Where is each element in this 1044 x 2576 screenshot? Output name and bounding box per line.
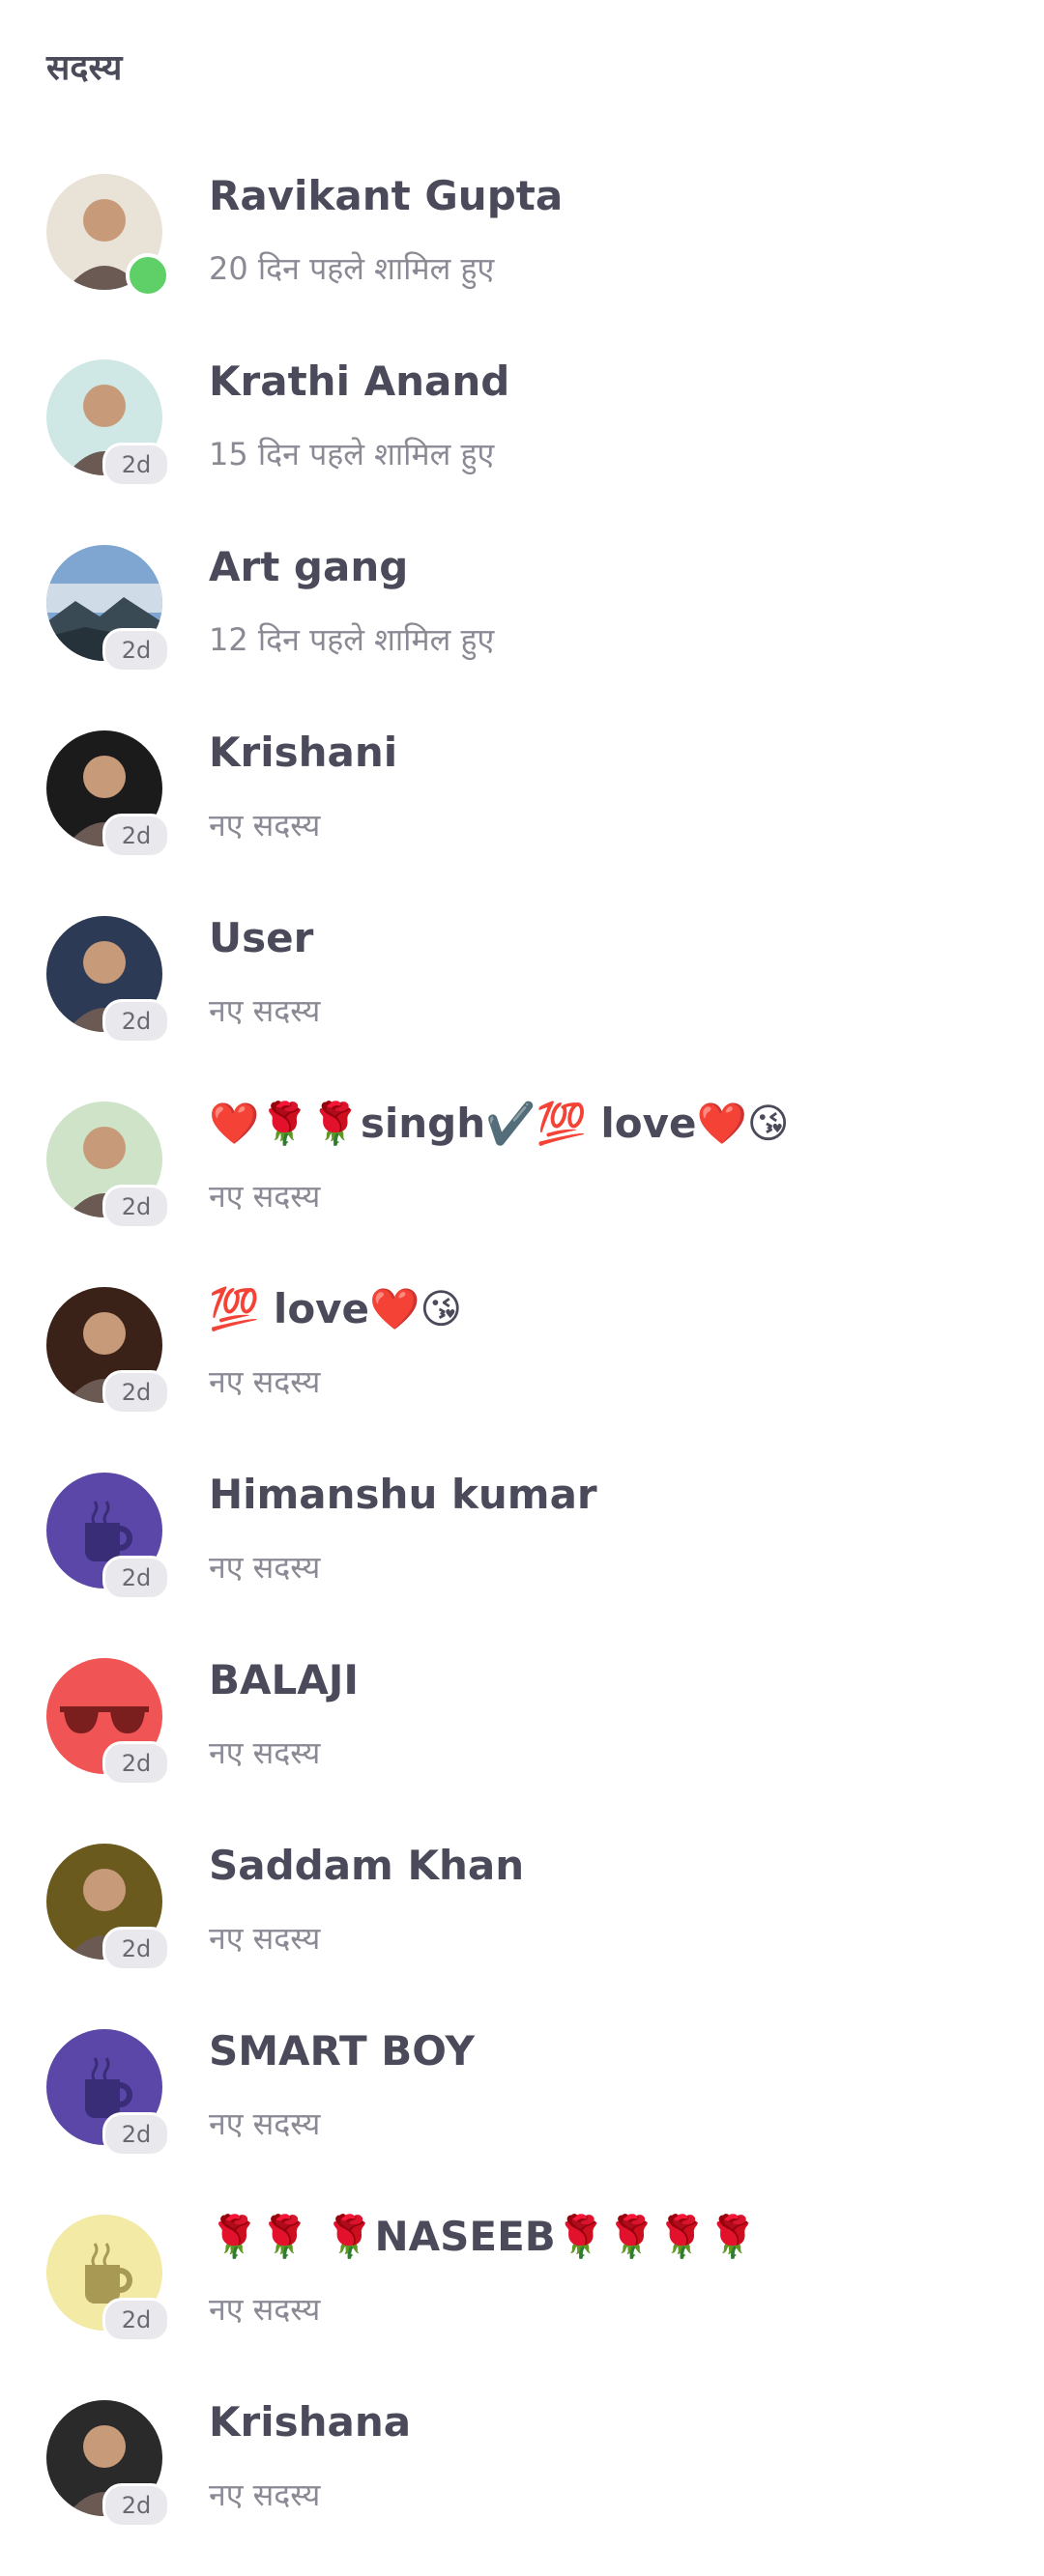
member-joined-text: नए सदस्य <box>209 2476 321 2513</box>
joined-age-badge: 2d <box>102 1741 170 1786</box>
member-row[interactable]: Ravikant Gupta 20 दिन पहले शामिल हुए <box>0 164 1044 350</box>
joined-age-badge: 2d <box>102 2112 170 2157</box>
member-row[interactable]: 2d Krishani नए सदस्य <box>0 721 1044 906</box>
joined-age-badge: 2d <box>102 1556 170 1600</box>
joined-age-badge: 2d <box>102 814 170 858</box>
member-joined-text: नए सदस्य <box>209 2291 321 2328</box>
member-joined-text: नए सदस्य <box>209 1178 321 1215</box>
member-name[interactable]: ❤️🌹🌹singh✔️💯 love❤️😘 <box>209 1100 790 1148</box>
member-name[interactable]: 💯 love❤️😘 <box>209 1285 462 1333</box>
member-name[interactable]: Art gang <box>209 543 408 590</box>
member-row[interactable]: 2d ❤️🌹🌹singh✔️💯 love❤️😘 नए सदस्य <box>0 1092 1044 1277</box>
joined-age-badge: 2d <box>102 2483 170 2528</box>
member-name[interactable]: Saddam Khan <box>209 1842 524 1889</box>
member-name[interactable]: User <box>209 914 313 961</box>
joined-age-badge: 2d <box>102 443 170 487</box>
member-joined-text: नए सदस्य <box>209 2105 321 2142</box>
online-status-dot <box>126 253 170 298</box>
member-name[interactable]: 🌹🌹 🌹NASEEB🌹🌹🌹🌹 <box>209 2213 758 2261</box>
member-name[interactable]: Krishani <box>209 729 397 776</box>
member-name[interactable]: Krathi Anand <box>209 358 509 405</box>
member-name[interactable]: SMART BOY <box>209 2027 475 2075</box>
member-joined-text: नए सदस्य <box>209 1363 321 1400</box>
member-name[interactable]: Krishana <box>209 2398 411 2446</box>
member-row[interactable]: 2d BALAJI नए सदस्य <box>0 1648 1044 1834</box>
member-name[interactable]: Himanshu kumar <box>209 1471 597 1518</box>
member-joined-text: नए सदस्य <box>209 1549 321 1586</box>
member-joined-text: 15 दिन पहले शामिल हुए <box>209 436 495 472</box>
member-name[interactable]: BALAJI <box>209 1656 359 1703</box>
member-row[interactable]: 2d Saddam Khan नए सदस्य <box>0 1834 1044 2019</box>
member-row[interactable]: 2d 🌹🌹 🌹NASEEB🌹🌹🌹🌹 नए सदस्य <box>0 2205 1044 2390</box>
member-row[interactable]: 2d SMART BOY नए सदस्य <box>0 2019 1044 2205</box>
member-joined-text: नए सदस्य <box>209 1734 321 1771</box>
member-list: Ravikant Gupta 20 दिन पहले शामिल हुए 2d Kr… <box>0 164 1044 2576</box>
member-row[interactable]: 2d 💯 love❤️😘 नए सदस्य <box>0 1277 1044 1463</box>
member-row[interactable]: 2d Krishana नए सदस्य <box>0 2390 1044 2576</box>
member-row[interactable]: 2d Krathi Anand 15 दिन पहले शामिल हुए <box>0 350 1044 535</box>
member-joined-text: 20 दिन पहले शामिल हुए <box>209 250 495 287</box>
joined-age-badge: 2d <box>102 2298 170 2342</box>
member-joined-text: 12 दिन पहले शामिल हुए <box>209 621 495 658</box>
joined-age-badge: 2d <box>102 1927 170 1971</box>
joined-age-badge: 2d <box>102 628 170 673</box>
member-name[interactable]: Ravikant Gupta <box>209 172 563 219</box>
joined-age-badge: 2d <box>102 999 170 1044</box>
member-joined-text: नए सदस्य <box>209 1920 321 1957</box>
member-row[interactable]: 2d Himanshu kumar नए सदस्य <box>0 1463 1044 1648</box>
member-row[interactable]: 2d Art gang 12 दिन पहले शामिल हुए <box>0 535 1044 721</box>
joined-age-badge: 2d <box>102 1370 170 1415</box>
member-joined-text: नए सदस्य <box>209 992 321 1029</box>
page-title: सदस्य <box>46 48 123 88</box>
member-row[interactable]: 2d User नए सदस्य <box>0 906 1044 1092</box>
member-joined-text: नए सदस्य <box>209 807 321 844</box>
joined-age-badge: 2d <box>102 1185 170 1229</box>
